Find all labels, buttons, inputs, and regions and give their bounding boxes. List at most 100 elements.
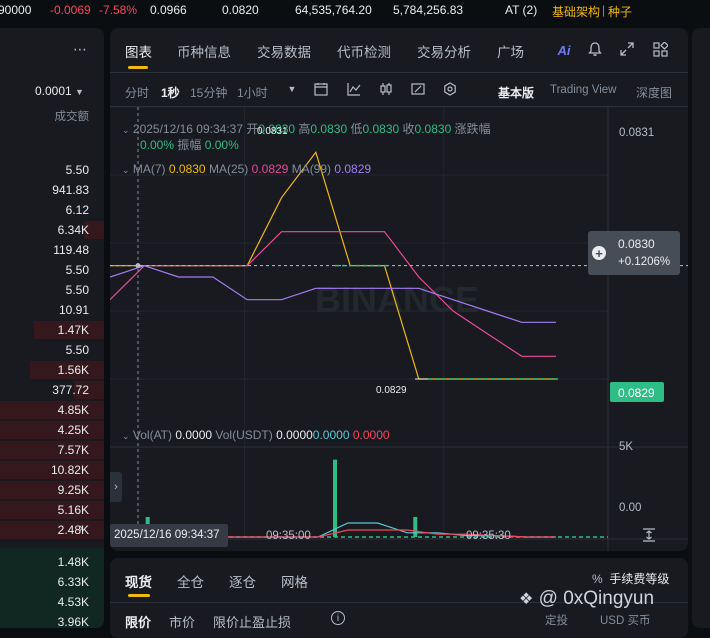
chart-panel: 图表 币种信息 交易数据 代币检测 交易分析 广场 Ai 分时 1秒 15分钟 1小时 ▼ 基本… <box>110 28 688 551</box>
interval-3[interactable]: 1小时 <box>237 84 268 101</box>
expand-icon[interactable] <box>618 40 636 58</box>
ask-amount: 10.91 <box>58 303 89 317</box>
fee-level[interactable]: % 手续费等级 <box>592 570 669 587</box>
footer-buy[interactable]: USD 买币 <box>600 612 650 628</box>
candle-type-icon[interactable] <box>378 81 394 97</box>
order-type-2[interactable]: 限价止盈止损 <box>213 612 291 631</box>
ask-row[interactable]: 6.34K <box>0 220 104 240</box>
ticker-tag-count[interactable]: AT (2) <box>505 3 537 17</box>
side-toggle-icon[interactable]: › <box>110 472 122 502</box>
tab-2[interactable]: 交易数据 <box>257 41 311 61</box>
tab-0[interactable]: 图表 <box>125 41 152 61</box>
ask-row[interactable]: 2.48K <box>0 520 104 540</box>
ask-amount: 5.50 <box>65 163 89 177</box>
ask-row[interactable]: 119.48 <box>0 240 104 260</box>
collapse-icon[interactable]: ⌄ <box>122 165 130 175</box>
ticker-tag-seed[interactable]: 种子 <box>608 3 632 20</box>
vol-y-tick-0: 0.00 <box>619 502 642 514</box>
bid-row[interactable]: 1.48K <box>0 552 104 572</box>
ask-row[interactable]: 10.91 <box>0 300 104 320</box>
bell-icon[interactable] <box>586 40 604 58</box>
bid-row[interactable]: 3.96K <box>0 612 104 628</box>
interval-0[interactable]: 分时 <box>125 84 149 101</box>
tab-5[interactable]: 广场 <box>497 41 524 61</box>
ticker-low: 0.0820 <box>222 3 259 17</box>
ask-row[interactable]: 4.25K <box>0 420 104 440</box>
ask-row[interactable]: 1.56K <box>0 360 104 380</box>
tab-1[interactable]: 币种信息 <box>177 41 231 61</box>
view-basic[interactable]: 基本版 <box>498 84 534 101</box>
order-tab-3[interactable]: 网格 <box>281 571 308 591</box>
settings-icon[interactable] <box>442 81 458 97</box>
footer-dca[interactable]: 定投 <box>545 612 568 628</box>
ma99-value: 0.0829 <box>334 162 372 176</box>
interval-1[interactable]: 1秒 <box>161 84 180 101</box>
current-price-tag[interactable]: + 0.0830 +0.1206% <box>588 231 680 275</box>
ask-row[interactable]: 5.50 <box>0 280 104 300</box>
last-price-tag: 0.0829 <box>610 382 664 402</box>
precision-select[interactable]: 0.0001 ▼ <box>35 84 84 98</box>
column-header-amount: 成交额 <box>54 111 90 123</box>
ticker-volume-quote: 5,784,256.83 <box>393 3 464 17</box>
ask-amount: 4.25K <box>57 423 89 437</box>
collapse-icon[interactable]: ⌄ <box>122 431 130 441</box>
ask-amount: 941.83 <box>52 183 89 197</box>
tab-active-indicator <box>128 66 148 69</box>
ask-row[interactable]: 4.85K <box>0 400 104 420</box>
high-price-marker: 0.0831 <box>257 126 288 137</box>
ask-row[interactable]: 5.50 <box>0 340 104 360</box>
order-tab-0[interactable]: 现货 <box>125 571 152 591</box>
order-tab-2[interactable]: 逐仓 <box>229 571 256 591</box>
ask-row[interactable]: 6.12 <box>0 200 104 220</box>
ask-amount: 5.50 <box>65 283 89 297</box>
right-panel <box>692 28 710 628</box>
info-icon[interactable]: i <box>331 611 345 625</box>
order-type-0[interactable]: 限价 <box>125 612 151 631</box>
ask-row[interactable]: 5.16K <box>0 500 104 520</box>
ask-row[interactable]: 9.25K <box>0 480 104 500</box>
ma7-value: 0.0830 <box>168 162 206 176</box>
bid-row[interactable]: 6.33K <box>0 572 104 592</box>
calendar-icon[interactable] <box>313 81 329 97</box>
drawing-tools-icon[interactable] <box>410 81 426 97</box>
more-icon[interactable]: ⋯ <box>72 41 88 57</box>
ai-icon[interactable]: Ai <box>554 41 574 59</box>
ohlc-high: 0.0830 <box>310 122 348 136</box>
diamond-logo-icon: ❖ <box>519 591 534 608</box>
percent-icon: % <box>592 572 603 586</box>
tab-3[interactable]: 代币检测 <box>337 41 391 61</box>
watermark: BINANCE <box>315 279 479 320</box>
order-type-1[interactable]: 市价 <box>169 612 195 631</box>
view-depth[interactable]: 深度图 <box>636 84 672 101</box>
interval-dropdown-icon[interactable]: ▼ <box>286 83 298 95</box>
ohlc-legend: ⌄ 2025/12/16 09:34:37 开0.0830 高0.0830 低0… <box>122 122 491 136</box>
interval-2[interactable]: 15分钟 <box>190 84 227 101</box>
tab-4[interactable]: 交易分析 <box>417 41 471 61</box>
bottom-tab-indicator <box>128 594 150 597</box>
bid-row[interactable]: 4.53K <box>0 592 104 612</box>
ask-row[interactable]: 5.50 <box>0 160 104 180</box>
ask-amount: 9.25K <box>57 483 89 497</box>
ask-row[interactable]: 5.50 <box>0 260 104 280</box>
collapse-icon[interactable]: ⌄ <box>122 125 130 135</box>
chevron-right-icon[interactable]: › <box>74 519 88 535</box>
ask-amount: 1.56K <box>57 363 89 377</box>
ask-row[interactable]: 7.57K <box>0 440 104 460</box>
view-trading-view[interactable]: Trading View <box>550 84 616 96</box>
add-alert-icon[interactable]: + <box>592 246 606 261</box>
volume-bar <box>333 459 337 537</box>
ask-row[interactable]: 941.83 <box>0 180 104 200</box>
grid-icon[interactable] <box>651 40 669 58</box>
ohlc-legend-2: 0.00% 振幅 0.00% <box>140 138 239 152</box>
bid-amount: 6.33K <box>57 575 89 589</box>
ask-row[interactable]: 10.82K <box>0 460 104 480</box>
ask-row[interactable]: 1.47K <box>0 320 104 340</box>
indicator-icon[interactable] <box>346 81 362 97</box>
ask-row[interactable]: 377.72 <box>0 380 104 400</box>
x-tick-label: 09:35:30 <box>466 530 511 542</box>
ticker-tag-infra[interactable]: 基础架构 <box>552 3 600 20</box>
order-tab-1[interactable]: 全仓 <box>177 571 204 591</box>
auto-scale-icon[interactable] <box>640 527 658 543</box>
crosshair-time-label: 2025/12/16 09:34:37 <box>110 524 228 547</box>
crosshair-dot <box>135 263 141 269</box>
